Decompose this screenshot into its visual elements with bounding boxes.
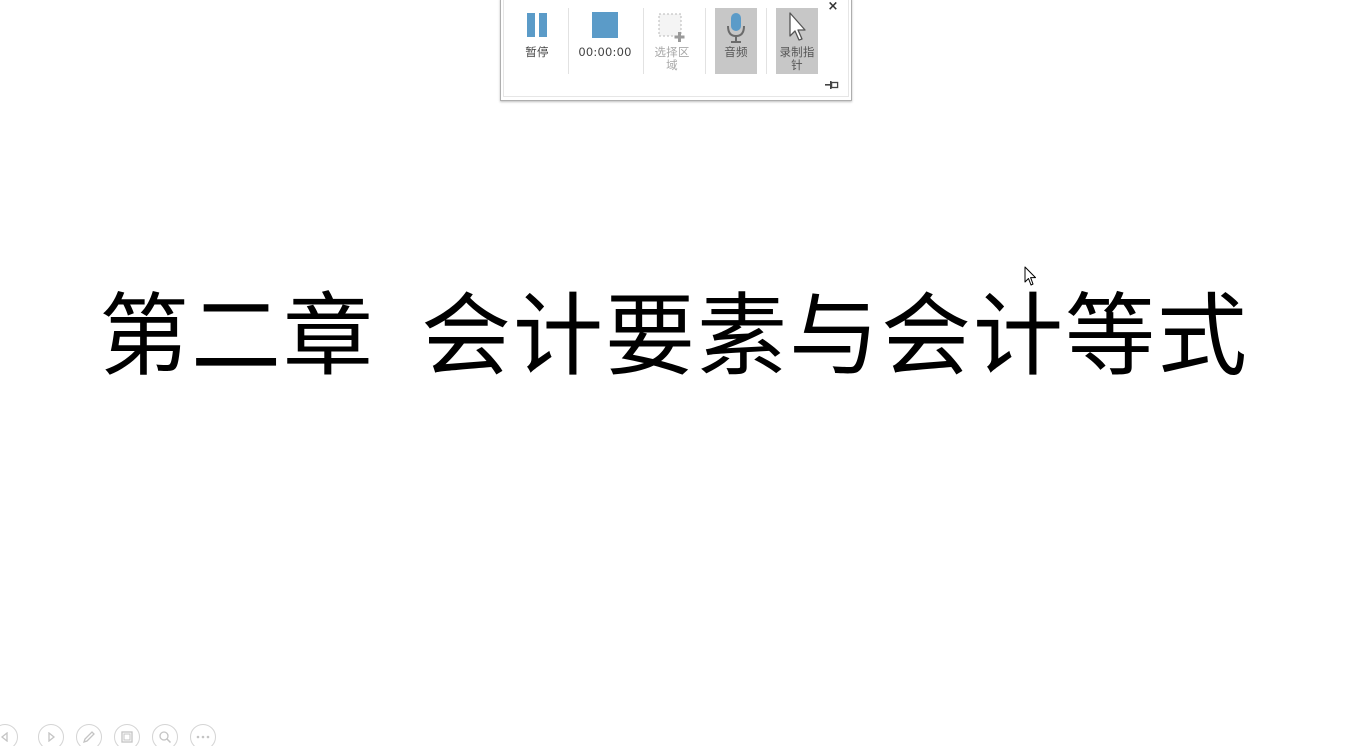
toolbar-separator — [766, 8, 767, 74]
record-pointer-toggle-button[interactable]: 录制指 针 — [776, 8, 818, 74]
toolbar-separator — [643, 8, 644, 74]
more-options-button[interactable] — [190, 724, 216, 746]
slideshow-navigation — [0, 724, 230, 746]
stop-button[interactable]: 00:00:00 — [576, 8, 634, 74]
recording-toolbar: 暂停 00:00:00 选择区 域 音频 录制指 针 × — [500, 0, 852, 101]
pause-icon — [526, 12, 548, 42]
pause-label: 暂停 — [525, 45, 549, 59]
select-area-button[interactable]: 选择区 域 — [649, 8, 695, 74]
zoom-button[interactable] — [152, 724, 178, 746]
previous-slide-button[interactable] — [0, 724, 18, 746]
pointer-icon — [786, 12, 808, 46]
stop-icon — [592, 12, 618, 42]
pin-toolbar-button[interactable] — [825, 76, 839, 89]
slide-title: 第二章 会计要素与会计等式 — [0, 282, 1348, 392]
next-slide-button[interactable] — [38, 724, 64, 746]
chapter-name: 会计要素与会计等式 — [421, 284, 1249, 389]
mouse-cursor-icon — [1024, 266, 1038, 288]
pen-tool-button[interactable] — [76, 724, 102, 746]
select-area-label: 选择区 域 — [654, 45, 690, 72]
audio-toggle-button[interactable]: 音频 — [715, 8, 757, 74]
chapter-number: 第二章 — [99, 284, 375, 389]
toolbar-separator — [705, 8, 706, 74]
close-icon: × — [827, 0, 839, 14]
see-all-slides-button[interactable] — [114, 724, 140, 746]
select-area-icon — [656, 12, 688, 46]
audio-label: 音频 — [724, 45, 748, 59]
toolbar-separator — [568, 8, 569, 74]
close-toolbar-button[interactable]: × — [825, 0, 841, 15]
record-pointer-label: 录制指 针 — [779, 45, 815, 72]
recording-timer: 00:00:00 — [578, 45, 632, 59]
microphone-icon — [725, 12, 747, 48]
slideshow-stage: 暂停 00:00:00 选择区 域 音频 录制指 针 × 第二章 会计要素与会计… — [0, 0, 1348, 746]
pause-button[interactable]: 暂停 — [515, 8, 559, 74]
pin-icon — [825, 76, 839, 95]
